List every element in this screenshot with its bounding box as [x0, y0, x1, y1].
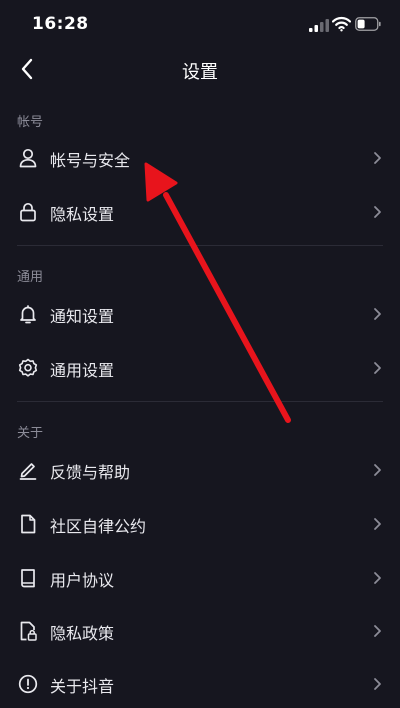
menu-item-general-settings[interactable]: 通用设置: [0, 344, 400, 392]
section-divider: [17, 401, 383, 402]
nav-bar: 设置: [0, 46, 400, 92]
section-header-account: 帐号: [17, 115, 44, 130]
battery-icon: [355, 17, 381, 31]
menu-item-user-agreement[interactable]: 用户协议: [0, 554, 400, 602]
edit-icon: [19, 463, 37, 480]
chevron-right-icon: [374, 678, 381, 690]
chevron-right-icon: [374, 152, 381, 164]
wifi-icon: [332, 16, 351, 32]
status-time: 16:28: [32, 14, 89, 34]
gear-icon: [18, 358, 38, 377]
bell-icon: [20, 305, 36, 324]
menu-item-privacy-policy[interactable]: 隐私政策: [0, 607, 400, 655]
menu-label: 隐私设置: [50, 205, 115, 224]
chevron-right-icon: [374, 362, 381, 374]
page-title: 设置: [182, 62, 218, 83]
chevron-right-icon: [374, 518, 381, 530]
menu-item-about-douyin[interactable]: 关于抖音: [0, 660, 400, 708]
menu-label: 用户协议: [50, 571, 115, 590]
menu-label: 通用设置: [50, 361, 115, 380]
menu-item-notification-settings[interactable]: 通知设置: [0, 290, 400, 338]
menu-label: 关于抖音: [50, 677, 115, 696]
user-icon: [19, 148, 37, 168]
menu-item-privacy-settings[interactable]: 隐私设置: [0, 188, 400, 236]
chevron-right-icon: [374, 308, 381, 320]
lock-icon: [20, 202, 36, 222]
chevron-right-icon: [374, 572, 381, 584]
document-lock-icon: [20, 621, 37, 641]
section-header-general: 通用: [17, 270, 44, 285]
menu-label: 帐号与安全: [50, 151, 131, 170]
menu-item-feedback-help[interactable]: 反馈与帮助: [0, 446, 400, 494]
menu-item-community-guidelines[interactable]: 社区自律公约: [0, 500, 400, 548]
section-header-about: 关于: [17, 426, 44, 441]
section-divider: [17, 245, 383, 246]
menu-label: 社区自律公约: [50, 517, 147, 536]
menu-label: 隐私政策: [50, 624, 115, 643]
document-icon: [21, 514, 36, 534]
status-bar: 16:28: [0, 0, 400, 50]
signal-icon: [309, 19, 329, 32]
menu-label: 通知设置: [50, 307, 115, 326]
chevron-right-icon: [374, 625, 381, 637]
chevron-right-icon: [374, 464, 381, 476]
menu-item-account-security[interactable]: 帐号与安全: [0, 134, 400, 182]
chevron-right-icon: [374, 206, 381, 218]
book-icon: [21, 569, 35, 588]
menu-label: 反馈与帮助: [50, 463, 131, 482]
